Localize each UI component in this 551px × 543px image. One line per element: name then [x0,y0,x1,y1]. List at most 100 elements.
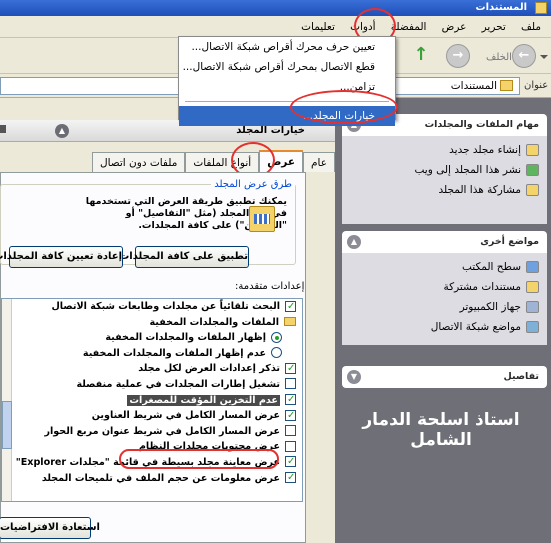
checkbox[interactable] [285,440,296,452]
task-label: مشاركة هذا المجلد [438,184,521,196]
task-new-folder[interactable]: إنشاء مجلد جديد [350,140,539,160]
advanced-setting-label: إظهار الملفات والمجلدات المخفية [105,332,266,344]
advanced-setting-row[interactable]: الملفات والمجلدات المخفية [2,315,302,331]
task-label: إنشاء مجلد جديد [449,144,521,156]
advanced-setting-label: عدم التخزين المؤقت للمصغرات [127,394,280,406]
scrollbar-thumb[interactable] [2,401,12,449]
place-label: جهاز الكمبيوتر [459,301,521,313]
overlay-caption: استاذ اسلحة الدمار الشامل [362,410,520,450]
radio-button[interactable] [271,331,282,343]
apply-to-all-folders-button[interactable]: تطبيق على كافة المجلدات [119,246,249,268]
menu-separator [185,101,389,102]
details-panel: تفاصيل ▼ [342,366,547,388]
tasks-panel-title: مهام الملفات والمجلدات [424,119,539,130]
task-pane: مهام الملفات والمجلدات ▲ إنشاء مجلد جديد… [335,98,551,543]
tab-view[interactable]: عرض [259,150,304,172]
advanced-setting-row[interactable]: عرض المسار الكامل في شريط العناوين [2,408,302,424]
place-my-computer[interactable]: جهاز الكمبيوتر [350,297,539,317]
back-dropdown-icon[interactable] [540,55,548,59]
address-label: عنوان [524,80,549,91]
advanced-setting-row[interactable]: عدم التخزين المؤقت للمصغرات [2,392,302,409]
chevron-up-icon[interactable]: ▲ [55,124,69,138]
menu-favorites[interactable]: المفضلة [385,16,433,38]
place-desktop[interactable]: سطح المكتب [350,257,539,277]
advanced-setting-label: عرض معلومات عن حجم الملف في تلميحات المج… [41,472,280,484]
menu-item-folder-options[interactable]: خيارات المجلد... [179,106,395,126]
menu-bar: ملف تحرير عرض المفضلة أدوات تعليمات [0,16,551,38]
task-publish-web[interactable]: نشر هذا المجلد إلى ويب [350,160,539,180]
task-share-folder[interactable]: مشاركة هذا المجلد [350,180,539,200]
menu-item-map-drive[interactable]: تعيين حرف محرك أقراص شبكة الاتصال... [179,37,395,57]
scrollbar[interactable] [2,299,12,501]
up-folder-icon[interactable]: ↑ [410,45,432,67]
globe-icon [526,164,539,176]
checkbox[interactable] [285,378,296,390]
help-icon [0,125,6,133]
menu-item-synchronize[interactable]: تزامن... [179,77,395,97]
network-icon [526,321,539,333]
tab-offline-files[interactable]: ملفات دون اتصال [91,152,186,172]
advanced-setting-row[interactable]: تذكر إعدادات العرض لكل مجلد [2,361,302,377]
advanced-setting-label: عرض معاينة مجلد بسيطة في قائمة "مجلدات E… [15,456,280,468]
advanced-setting-label: عرض المسار الكامل في شريط عنوان مربع الح… [44,425,280,437]
back-button[interactable]: ← [512,44,536,68]
tools-menu: تعيين حرف محرك أقراص شبكة الاتصال... قطع… [178,36,396,126]
advanced-setting-row[interactable]: عرض محتويات مجلدات النظام [2,439,302,455]
task-label: نشر هذا المجلد إلى ويب [414,164,521,176]
advanced-setting-label: تشغيل إطارات المجلدات في عملية منفصلة [76,378,280,390]
advanced-settings-list: البحث تلقائياً عن مجلدات وطابعات شبكة ال… [1,298,303,502]
details-title: تفاصيل [503,371,539,382]
folder-icon [535,2,547,14]
tab-file-types[interactable]: أنواع الملفات [185,152,260,172]
shared-folder-icon [526,281,539,293]
place-label: مستندات مشتركة [443,281,521,293]
place-network[interactable]: مواضع شبكة الاتصال [350,317,539,337]
advanced-setting-label: البحث تلقائياً عن مجلدات وطابعات شبكة ال… [51,301,280,312]
chevron-up-icon[interactable]: ▲ [347,235,361,249]
checkbox[interactable] [285,392,296,408]
advanced-setting-row[interactable]: تشغيل إطارات المجلدات في عملية منفصلة [2,377,302,393]
chevron-down-icon[interactable]: ▼ [347,370,361,384]
other-places-header[interactable]: مواضع أخرى ▲ [342,231,547,253]
folder-views-legend: طرق عرض المجلد [214,179,292,190]
advanced-setting-row[interactable]: عدم إظهار الملفات والمجلدات المخفية [2,346,302,362]
checkbox[interactable] [285,470,296,486]
checkbox[interactable] [285,425,296,437]
checkbox[interactable] [285,299,296,314]
restore-defaults-button[interactable]: استعادة الافتراضيات [0,517,100,539]
place-shared-documents[interactable]: مستندات مشتركة [350,277,539,297]
folder-icon [500,80,513,91]
advanced-setting-label: عدم إظهار الملفات والمجلدات المخفية [82,347,266,359]
window-title: المستندات [475,2,527,13]
menu-tools[interactable]: أدوات [344,16,381,38]
other-places-panel: مواضع أخرى ▲ سطح المكتب مستندات مشتركة ج… [342,231,547,345]
menu-item-disconnect-drive[interactable]: قطع الاتصال بمحرك أقراص شبكة الاتصال... [179,57,395,77]
tab-general[interactable]: عام [303,152,335,172]
dialog-title: خيارات المجلد [236,125,305,136]
menu-edit[interactable]: تحرير [476,16,512,38]
reset-all-folders-button[interactable]: إعادة تعيين كافة المجلدات [0,246,123,268]
back-label: الخلف [486,52,512,63]
dialog-tabs: عامعرضأنواع الملفاتملفات دون اتصال [0,150,335,172]
tasks-panel: مهام الملفات والمجلدات ▲ إنشاء مجلد جديد… [342,114,547,224]
checkbox[interactable] [285,361,296,376]
details-header[interactable]: تفاصيل ▼ [342,366,547,388]
advanced-settings-label: إعدادات متقدمة: [235,281,305,292]
advanced-setting-label: الملفات والمجلدات المخفية [149,316,279,328]
checkbox[interactable] [285,408,296,423]
advanced-setting-row[interactable]: البحث تلقائياً عن مجلدات وطابعات شبكة ال… [2,299,302,315]
checkbox[interactable] [285,454,296,470]
menu-file[interactable]: ملف [515,16,547,38]
folder-views-group: طرق عرض المجلد يمكنك تطبيق طريقة العرض ا… [0,179,296,268]
advanced-setting-row[interactable]: عرض معاينة مجلد بسيطة في قائمة "مجلدات E… [2,454,302,471]
advanced-setting-row[interactable]: عرض معلومات عن حجم الملف في تلميحات المج… [2,470,302,487]
advanced-setting-row[interactable]: إظهار الملفات والمجلدات المخفية [2,330,302,346]
radio-button[interactable] [271,347,282,359]
menu-help[interactable]: تعليمات [295,16,341,38]
menu-view[interactable]: عرض [436,16,473,38]
forward-button[interactable]: → [446,44,470,68]
advanced-setting-row[interactable]: عرض المسار الكامل في شريط عنوان مربع الح… [2,424,302,440]
view-tab-panel: طرق عرض المجلد يمكنك تطبيق طريقة العرض ا… [0,172,306,543]
computer-icon [526,301,539,313]
other-places-title: مواضع أخرى [480,236,539,247]
